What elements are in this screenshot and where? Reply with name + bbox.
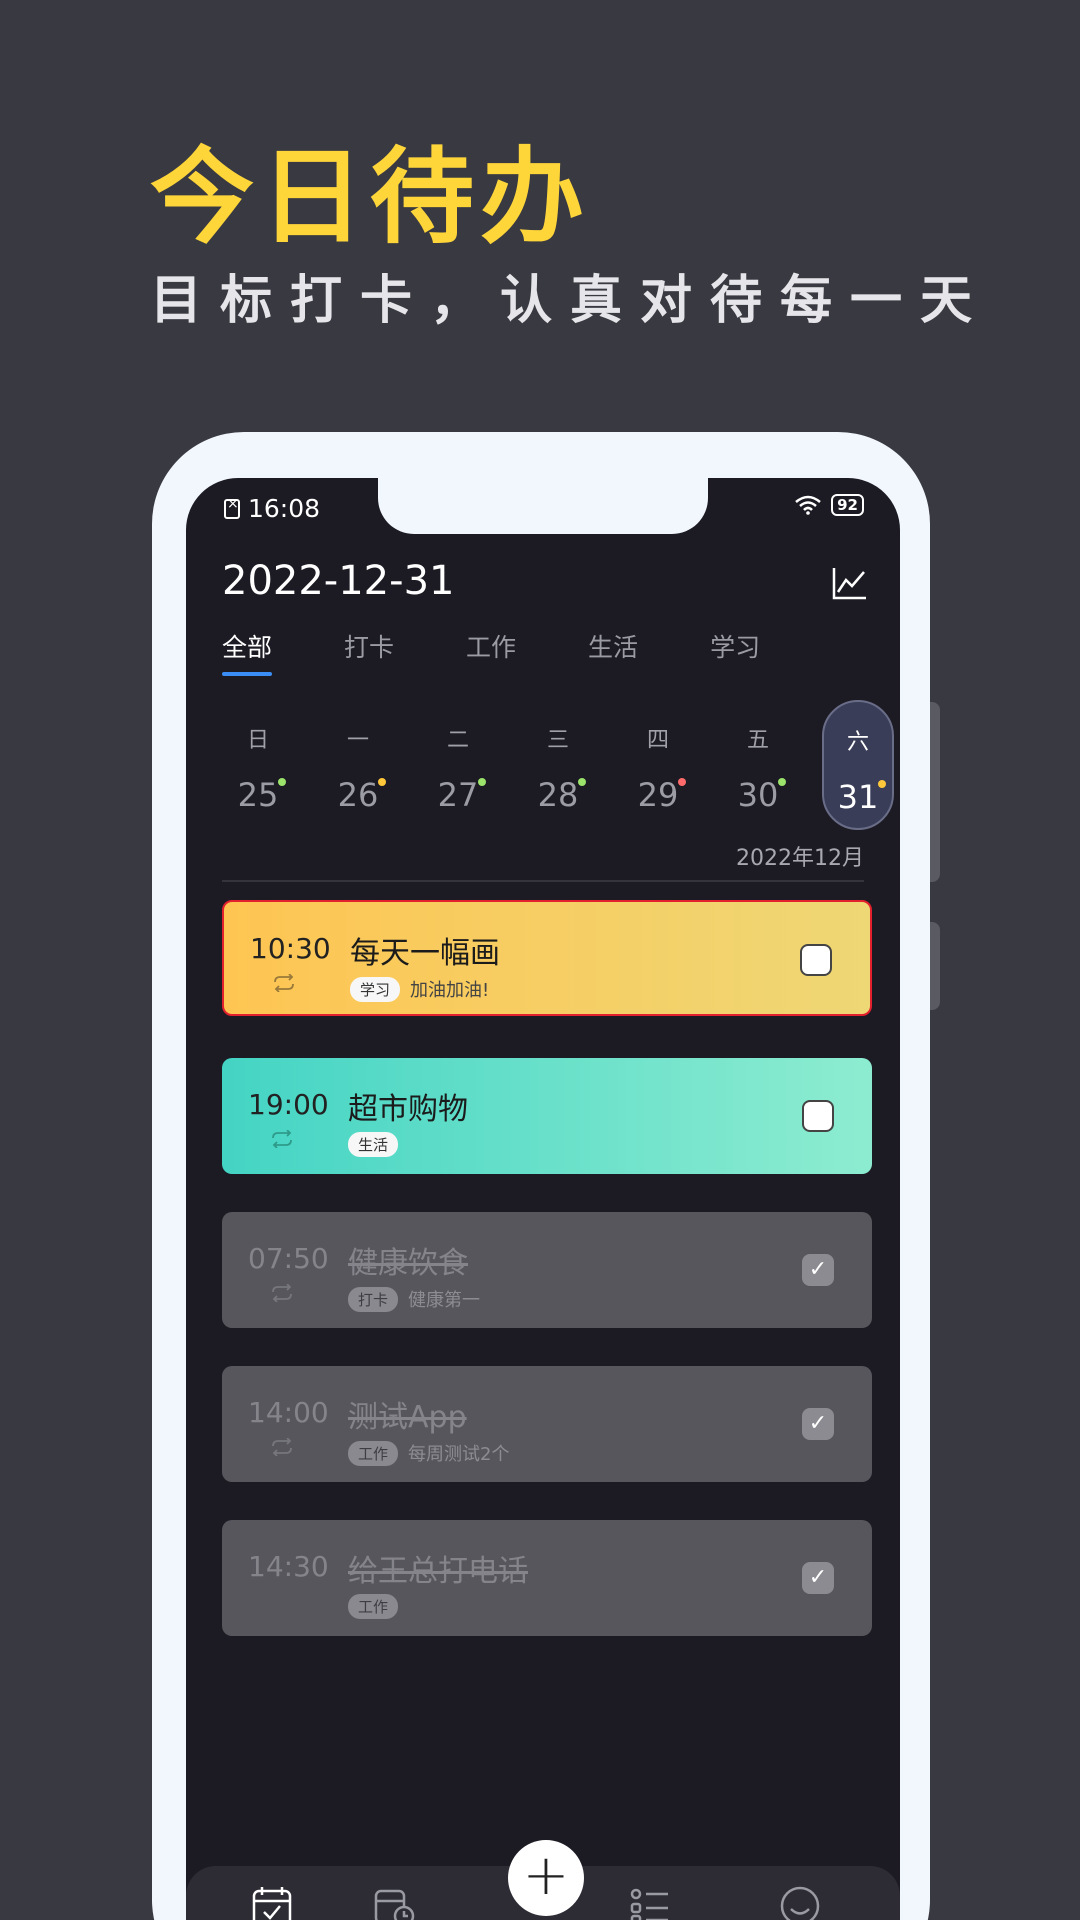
task-tag: 工作 [348,1594,399,1619]
task-checkbox[interactable] [800,944,832,976]
task-note: 每周测试2个 [408,1444,510,1465]
checked-checkbox-icon[interactable]: ✓ [802,1408,834,1440]
task-time: 19:00 [248,1088,329,1121]
hero-subtitle: 目标打卡，认真对待每一天 [150,270,991,331]
task-title: 超市购物 [348,1092,468,1127]
add-task-button[interactable]: + [508,1840,584,1916]
status-time: 16:08 [248,494,321,523]
weekday-label: 一 [346,728,369,753]
category-tabs: 全部 打卡 工作 生活 学习 [222,628,760,676]
status-dot [878,780,887,788]
task-tag: 打卡 [348,1286,399,1312]
day-wed[interactable]: 三 28 [522,700,594,830]
weekday-label: 五 [746,728,769,753]
list-icon[interactable] [628,1884,672,1920]
task-card-done[interactable]: 14:30 给王总打电话 工作 ✓ [222,1520,872,1636]
task-title: 测试App [348,1400,467,1435]
weekday-label: 日 [246,728,269,753]
task-tag: 学习 [350,976,401,1002]
day-number: 28 [537,776,579,814]
task-time: 07:50 [248,1242,329,1275]
profile-icon[interactable] [778,1884,822,1920]
month-label: 2022年12月 [736,846,864,871]
phone-side-button-lower [930,922,940,1010]
task-title: 给王总打电话 [348,1554,528,1589]
day-number: 26 [337,776,379,814]
status-dot [378,778,387,786]
repeat-icon [272,1130,292,1148]
task-card-done[interactable]: 14:00 测试App 工作 每周测试2个 ✓ [222,1366,872,1482]
tab-life[interactable]: 生活 [588,628,638,676]
tab-checkin[interactable]: 打卡 [344,628,394,676]
checked-checkbox-icon[interactable]: ✓ [802,1254,834,1286]
status-dot [278,778,287,786]
day-sun[interactable]: 日 25 [222,700,294,830]
task-note: 加油加油! [410,980,490,1001]
repeat-icon [274,974,294,992]
weekday-label: 四 [646,728,669,753]
day-fri[interactable]: 五 30 [722,700,794,830]
task-card[interactable]: 19:00 超市购物 生活 [222,1058,872,1174]
day-mon[interactable]: 一 26 [322,700,394,830]
tab-work[interactable]: 工作 [466,628,516,676]
day-number: 31 [837,778,879,816]
task-tag: 生活 [348,1132,399,1157]
task-title: 健康饮食 [348,1246,468,1281]
task-time: 10:30 [250,932,331,965]
page-title[interactable]: 2022-12-31 [222,558,454,604]
hero-title: 今日待办 [150,135,591,258]
weekday-label: 三 [546,728,569,753]
task-time: 14:30 [248,1550,329,1583]
day-number: 29 [637,776,679,814]
status-dot [478,778,487,786]
week-strip: 日 25 一 26 二 27 三 28 四 29 五 30 六 31 [222,700,894,830]
statistics-chart-icon[interactable] [832,566,868,600]
phone-screen: 16:08 92 2022-12-31 全部 打卡 工作 生活 学习 日 25 … [186,478,900,1920]
day-tue[interactable]: 二 27 [422,700,494,830]
day-thu[interactable]: 四 29 [622,700,694,830]
divider [222,880,864,882]
task-checkbox[interactable] [802,1100,834,1132]
day-number: 25 [237,776,279,814]
task-time: 14:00 [248,1396,329,1429]
day-sat-selected[interactable]: 六 31 [822,700,894,830]
day-number: 27 [437,776,479,814]
no-sim-icon [224,496,240,519]
weekday-label: 二 [446,728,469,753]
task-card[interactable]: 10:30 每天一幅画 学习 加油加油! [222,900,872,1016]
repeat-icon [272,1438,292,1456]
repeat-icon [272,1284,292,1302]
calendar-check-icon[interactable] [250,1884,294,1920]
task-title: 每天一幅画 [350,936,500,971]
phone-side-button-upper [930,702,940,882]
battery-icon: 92 [831,494,864,516]
checked-checkbox-icon[interactable]: ✓ [802,1562,834,1594]
task-note: 健康第一 [408,1290,481,1311]
tab-study[interactable]: 学习 [710,628,760,676]
status-dot [578,778,587,786]
status-bar: 16:08 92 [224,494,864,530]
task-tag: 工作 [348,1440,399,1466]
status-dot [678,778,687,786]
wifi-icon [795,495,821,515]
task-card-done[interactable]: 07:50 健康饮食 打卡 健康第一 ✓ [222,1212,872,1328]
schedule-icon[interactable] [372,1884,416,1920]
tab-all[interactable]: 全部 [222,628,273,676]
day-number: 30 [737,776,779,814]
status-dot [778,778,787,786]
weekday-label: 六 [846,730,869,755]
